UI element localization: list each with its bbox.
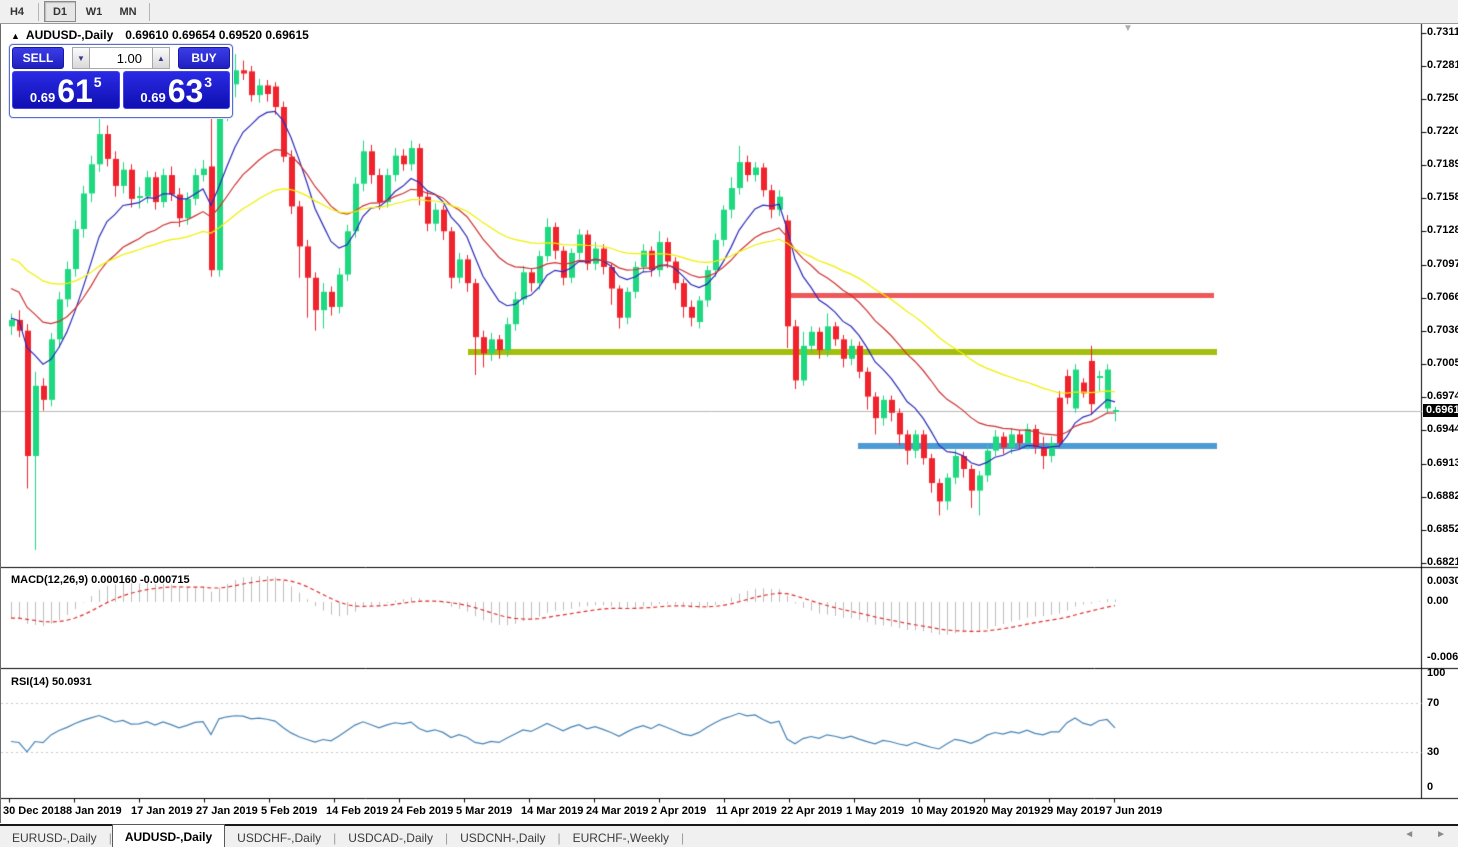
chart-area: ▲ AUDUSD-,Daily 0.69610 0.69654 0.69520 0.…: [0, 24, 1458, 823]
date-axis-label: 29 May 2019: [1041, 805, 1105, 817]
price-axis-label: 0.71890: [1427, 158, 1458, 170]
date-axis-label: 20 May 2019: [976, 805, 1040, 817]
date-axis-label: 11 Apr 2019: [716, 805, 777, 817]
toolbar-separator: [149, 3, 150, 21]
tab-scroll-controls: ◄ ►: [1404, 829, 1446, 840]
price-axis-label: 0.68520: [1427, 523, 1458, 535]
date-axis-label: 17 Jan 2019: [131, 805, 193, 817]
price-axis-label: 0.69130: [1427, 457, 1458, 469]
tab-usdcad[interactable]: USDCAD-,Daily: [336, 827, 445, 847]
rsi-axis-label: 30: [1427, 746, 1439, 758]
rsi-label: RSI(14) 50.0931: [11, 676, 92, 688]
tab-separator: |: [681, 831, 684, 845]
date-axis-label: 24 Feb 2019: [391, 805, 453, 817]
buy-price-main: 63: [168, 77, 204, 105]
date-axis-label: 27 Jan 2019: [196, 805, 258, 817]
date-axis-label: 8 Jan 2019: [66, 805, 122, 817]
sell-price-pip: 5: [94, 67, 102, 97]
price-axis-label: 0.70970: [1427, 258, 1458, 270]
volume-input[interactable]: 1.00: [90, 47, 152, 69]
price-axis-label: 0.73115: [1427, 26, 1458, 38]
price-axis-label: 0.72810: [1427, 59, 1458, 71]
rsi-axis-label: 0: [1427, 781, 1433, 793]
macd-label: MACD(12,26,9) 0.000160 -0.000715: [11, 574, 190, 586]
date-axis-label: 10 May 2019: [911, 805, 975, 817]
price-axis-label: 0.70050: [1427, 357, 1458, 369]
sell-price-box[interactable]: 0.69 61 5: [12, 71, 120, 109]
tab-eurchf[interactable]: EURCHF-,Weekly: [561, 827, 681, 847]
ohlc-values: 0.69610 0.69654 0.69520 0.69615: [125, 28, 309, 42]
volume-decrease-button[interactable]: ▼: [72, 47, 90, 69]
date-axis-label: 14 Mar 2019: [521, 805, 583, 817]
date-axis-label: 1 May 2019: [846, 805, 904, 817]
date-axis-label: 14 Feb 2019: [326, 805, 388, 817]
timeframe-h4-button[interactable]: H4: [1, 1, 33, 22]
price-axis-label: 0.70665: [1427, 291, 1458, 303]
buy-price-box[interactable]: 0.69 63 3: [123, 71, 231, 109]
toolbar-separator: [38, 3, 39, 21]
tab-audusd[interactable]: AUDUSD-,Daily: [112, 824, 225, 847]
tab-usdchf[interactable]: USDCHF-,Daily: [225, 827, 333, 847]
date-axis-label: 24 Mar 2019: [586, 805, 648, 817]
price-axis-label: 0.69745: [1427, 390, 1458, 402]
price-axis-label: 0.70360: [1427, 324, 1458, 336]
collapse-arrow-icon[interactable]: ▲: [11, 31, 20, 41]
macd-axis-label: 0.00: [1427, 595, 1448, 607]
volume-increase-button[interactable]: ▲: [152, 47, 170, 69]
price-axis-label: 0.68210: [1427, 556, 1458, 568]
mt4-window: H4 D1 W1 MN ▲ AUDUSD-,Daily 0.69610 0.6965…: [0, 0, 1458, 847]
tab-usdcnh[interactable]: USDCNH-,Daily: [448, 827, 557, 847]
buy-price-prefix: 0.69: [140, 90, 165, 105]
date-axis-label: 22 Apr 2019: [781, 805, 842, 817]
timeframe-toolbar: H4 D1 W1 MN: [0, 0, 1458, 24]
date-axis-label: 2 Apr 2019: [651, 805, 706, 817]
price-axis-label: 0.71280: [1427, 224, 1458, 236]
one-click-trade-panel: SELL ▼ 1.00 ▲ BUY 0.69 61 5 0.69 63 3: [9, 44, 233, 118]
chart-canvas[interactable]: [1, 24, 1458, 823]
price-axis-label: 0.71585: [1427, 191, 1458, 203]
date-axis-label: 5 Mar 2019: [456, 805, 512, 817]
rsi-axis-label: 100: [1427, 667, 1445, 679]
chart-shift-marker-icon[interactable]: ▼: [1123, 23, 1133, 34]
date-axis-label: 30 Dec 2018: [3, 805, 66, 817]
timeframe-w1-button[interactable]: W1: [78, 1, 110, 22]
sell-button[interactable]: SELL: [12, 47, 64, 69]
macd-axis-label: 0.003035: [1427, 575, 1458, 587]
current-price-tag: 0.69615: [1423, 404, 1458, 417]
tab-scroll-right-icon[interactable]: ►: [1436, 829, 1446, 840]
date-axis-label: 7 Jun 2019: [1106, 805, 1162, 817]
buy-button[interactable]: BUY: [178, 47, 230, 69]
tab-eurusd[interactable]: EURUSD-,Daily: [0, 827, 109, 847]
macd-axis-label: -0.00631: [1427, 651, 1458, 663]
chart-title: ▲ AUDUSD-,Daily 0.69610 0.69654 0.69520 0.…: [11, 28, 309, 42]
timeframe-d1-button[interactable]: D1: [44, 1, 76, 22]
tab-scroll-left-icon[interactable]: ◄: [1404, 829, 1414, 840]
price-axis-label: 0.72200: [1427, 125, 1458, 137]
sell-price-prefix: 0.69: [30, 90, 55, 105]
symbol-label: AUDUSD-,Daily: [26, 28, 113, 42]
price-axis-label: 0.69440: [1427, 423, 1458, 435]
chart-tab-bar: EURUSD-,Daily | AUDUSD-,Daily USDCHF-,Da…: [0, 824, 1458, 847]
price-axis-label: 0.68825: [1427, 490, 1458, 502]
rsi-axis-label: 70: [1427, 697, 1439, 709]
sell-price-main: 61: [57, 77, 93, 105]
date-axis-label: 5 Feb 2019: [261, 805, 317, 817]
timeframe-mn-button[interactable]: MN: [112, 1, 144, 22]
buy-price-pip: 3: [204, 67, 212, 97]
price-axis-label: 0.72505: [1427, 92, 1458, 104]
